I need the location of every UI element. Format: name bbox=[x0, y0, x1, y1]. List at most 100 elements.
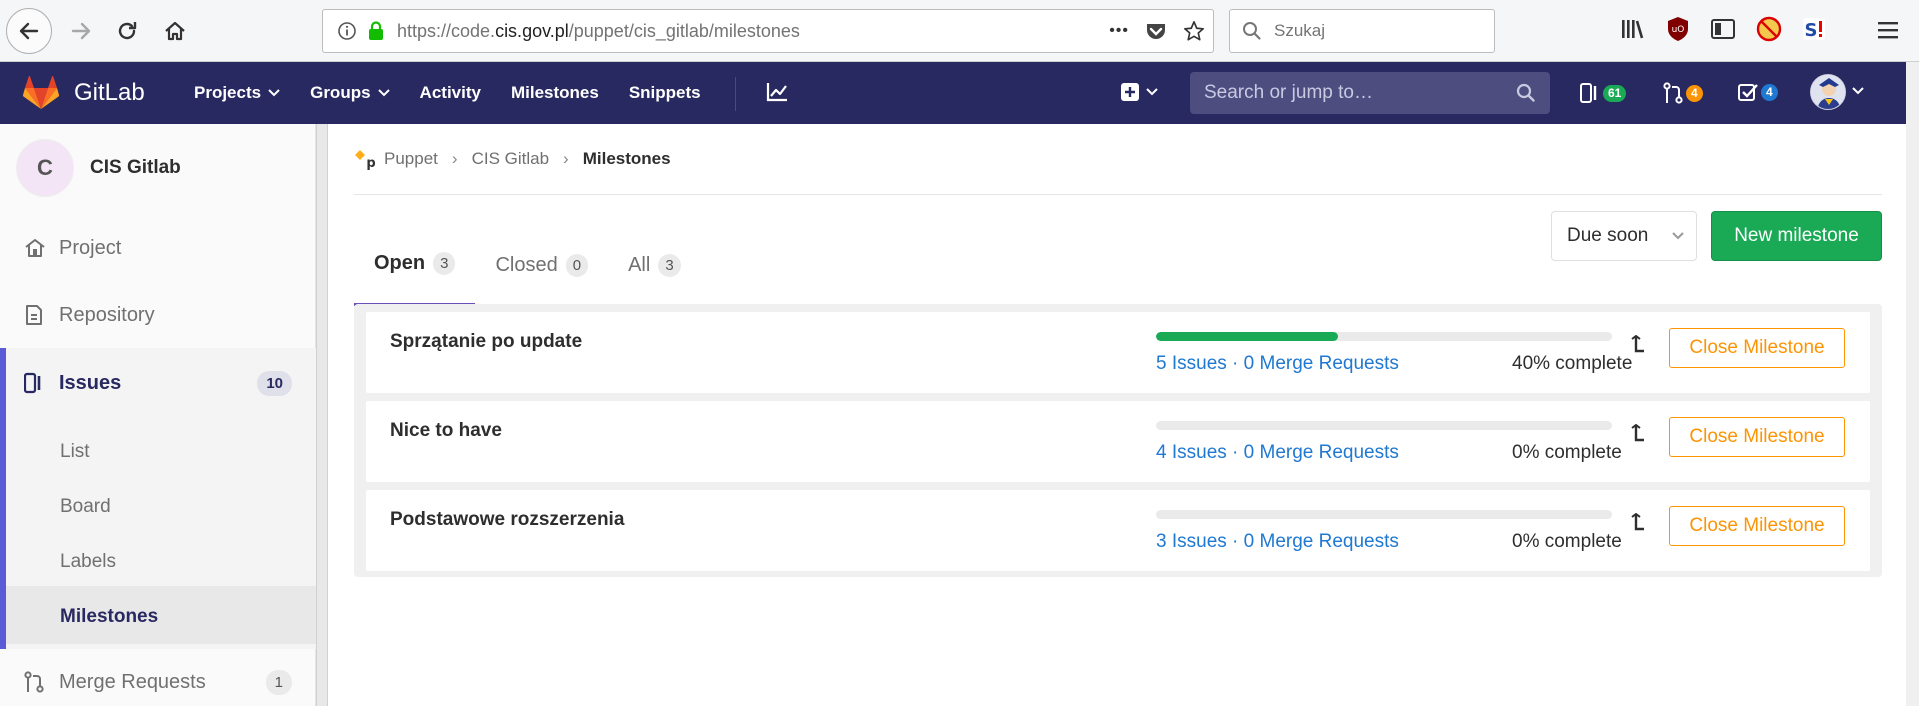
todos-counter[interactable]: 4 bbox=[1738, 82, 1778, 102]
tab-all[interactable]: All 3 bbox=[608, 224, 701, 306]
sidebar-icon[interactable] bbox=[1710, 17, 1736, 41]
sort-dropdown[interactable]: Due soon bbox=[1551, 211, 1697, 261]
ublock-icon[interactable]: uO bbox=[1666, 16, 1690, 42]
puppet-logo-icon: p bbox=[355, 150, 376, 170]
gitlab-search-input[interactable]: Search or jump to… bbox=[1190, 72, 1550, 114]
browser-extensions: uO S bbox=[1620, 16, 1826, 42]
milestone-links[interactable]: 4 Issues · 0 Merge Requests bbox=[1156, 442, 1399, 464]
bookmark-star-icon[interactable] bbox=[1183, 20, 1205, 42]
new-dropdown[interactable] bbox=[1120, 82, 1158, 102]
milestone-links[interactable]: 3 Issues · 0 Merge Requests bbox=[1156, 531, 1399, 553]
tab-open[interactable]: Open 3 bbox=[354, 224, 476, 306]
pocket-icon[interactable] bbox=[1145, 21, 1167, 41]
home-icon bbox=[165, 21, 185, 41]
search-icon bbox=[1243, 22, 1261, 40]
extension-s-icon[interactable]: S bbox=[1802, 17, 1826, 41]
breadcrumb: p Puppet › CIS Gitlab › Milestones bbox=[354, 148, 671, 170]
promote-icon[interactable] bbox=[1628, 424, 1646, 444]
gitlab-tanuki-icon bbox=[22, 76, 60, 109]
progress-fill bbox=[1156, 332, 1339, 341]
repository-icon bbox=[26, 305, 42, 325]
nav-activity[interactable]: Activity bbox=[420, 83, 481, 103]
url-text[interactable]: https://code.cis.gov.pl/puppet/cis_gitla… bbox=[397, 21, 800, 42]
sidebar-item-project[interactable]: Project bbox=[0, 223, 316, 273]
chevron-down-icon bbox=[268, 89, 280, 97]
milestone-links[interactable]: 5 Issues · 0 Merge Requests bbox=[1156, 353, 1399, 375]
todo-check-icon bbox=[1738, 84, 1758, 101]
milestone-progress-bar bbox=[1156, 510, 1612, 519]
forward-button[interactable] bbox=[58, 8, 104, 54]
chevron-down-icon bbox=[1146, 88, 1158, 96]
issues-counter[interactable]: 61 bbox=[1580, 82, 1627, 104]
back-button[interactable] bbox=[6, 8, 52, 54]
new-milestone-button[interactable]: New milestone bbox=[1711, 211, 1882, 261]
home-button[interactable] bbox=[152, 8, 198, 54]
user-avatar[interactable] bbox=[1810, 74, 1846, 110]
breadcrumb-separator: › bbox=[563, 149, 569, 168]
browser-search-input[interactable]: Szukaj bbox=[1229, 9, 1495, 53]
arrow-right-icon bbox=[71, 22, 91, 40]
milestone-progress-bar bbox=[1156, 421, 1612, 430]
chevron-down-icon bbox=[377, 89, 390, 97]
library-icon[interactable] bbox=[1620, 17, 1646, 41]
promote-icon[interactable] bbox=[1628, 513, 1646, 533]
hamburger-menu-icon[interactable] bbox=[1876, 18, 1900, 42]
sidebar-resize-handle[interactable] bbox=[316, 124, 328, 706]
milestone-title[interactable]: Sprzątanie po update bbox=[390, 331, 582, 353]
lock-icon[interactable] bbox=[367, 21, 385, 41]
merge-request-icon bbox=[1663, 82, 1683, 104]
merge-request-icon bbox=[24, 671, 44, 693]
avatar-image bbox=[1811, 75, 1845, 109]
promote-icon[interactable] bbox=[1628, 335, 1646, 355]
page-scrollbar[interactable] bbox=[1906, 62, 1919, 706]
breadcrumb-cis-gitlab[interactable]: CIS Gitlab bbox=[472, 149, 549, 169]
info-icon[interactable] bbox=[337, 21, 357, 41]
project-header[interactable]: C CIS Gitlab bbox=[0, 124, 315, 212]
gitlab-header: GitLab Projects Groups Activity Mileston… bbox=[0, 62, 1906, 124]
nav-projects[interactable]: Projects bbox=[194, 83, 280, 103]
gitlab-search-placeholder: Search or jump to… bbox=[1204, 82, 1373, 103]
breadcrumb-puppet[interactable]: Puppet bbox=[384, 149, 438, 169]
page-actions-button[interactable]: ••• bbox=[1109, 22, 1129, 40]
project-sidebar: C CIS Gitlab Project Repository Issues 1… bbox=[0, 124, 316, 706]
project-name: CIS Gitlab bbox=[90, 157, 181, 178]
sidebar-item-repository[interactable]: Repository bbox=[0, 290, 316, 340]
close-milestone-button[interactable]: Close Milestone bbox=[1669, 328, 1845, 368]
milestone-tabs: Open 3 Closed 0 All 3 bbox=[354, 224, 701, 306]
nav-milestones[interactable]: Milestones bbox=[511, 83, 599, 103]
sidebar-subitem-labels[interactable]: Labels bbox=[60, 551, 116, 573]
sidebar-item-issues[interactable]: Issues 10 bbox=[0, 358, 316, 408]
browser-search-placeholder: Szukaj bbox=[1274, 21, 1326, 40]
sidebar-item-merge-requests[interactable]: Merge Requests 1 bbox=[0, 657, 316, 707]
breadcrumb-milestones[interactable]: Milestones bbox=[583, 149, 671, 169]
sidebar-subitem-list[interactable]: List bbox=[60, 441, 90, 463]
milestone-row: Nice to have 4 Issues · 0 Merge Requests… bbox=[366, 401, 1870, 482]
cookie-block-icon[interactable] bbox=[1756, 16, 1782, 42]
chevron-down-icon[interactable] bbox=[1852, 87, 1864, 95]
milestone-progress-text: 0% complete bbox=[1512, 531, 1622, 552]
browser-toolbar: https://code.cis.gov.pl/puppet/cis_gitla… bbox=[0, 0, 1919, 62]
sidebar-subitem-board[interactable]: Board bbox=[60, 496, 111, 518]
chart-icon[interactable] bbox=[766, 82, 788, 102]
main-nav: Projects Groups Activity Milestones Snip… bbox=[194, 62, 701, 124]
close-milestone-button[interactable]: Close Milestone bbox=[1669, 506, 1845, 546]
gitlab-brand: GitLab bbox=[74, 79, 145, 106]
merge-requests-count-badge: 1 bbox=[265, 669, 292, 695]
reload-button[interactable] bbox=[104, 8, 150, 54]
chevron-down-icon bbox=[1672, 232, 1684, 240]
nav-groups[interactable]: Groups bbox=[310, 83, 390, 103]
url-bar[interactable]: https://code.cis.gov.pl/puppet/cis_gitla… bbox=[322, 9, 1214, 53]
project-avatar: C bbox=[16, 139, 74, 197]
nav-snippets[interactable]: Snippets bbox=[629, 83, 701, 103]
milestone-title[interactable]: Podstawowe rozszerzenia bbox=[390, 509, 624, 531]
gitlab-logo[interactable]: GitLab bbox=[22, 75, 145, 111]
merge-requests-counter[interactable]: 4 bbox=[1663, 82, 1703, 104]
sidebar-subitem-milestones[interactable]: Milestones bbox=[60, 606, 158, 628]
issues-icon bbox=[24, 372, 41, 394]
milestone-list: Sprzątanie po update 5 Issues · 0 Merge … bbox=[354, 304, 1882, 577]
close-milestone-button[interactable]: Close Milestone bbox=[1669, 417, 1845, 457]
svg-text:p: p bbox=[366, 156, 375, 170]
nav-divider bbox=[735, 77, 736, 111]
tab-closed[interactable]: Closed 0 bbox=[475, 224, 608, 306]
milestone-title[interactable]: Nice to have bbox=[390, 420, 502, 442]
